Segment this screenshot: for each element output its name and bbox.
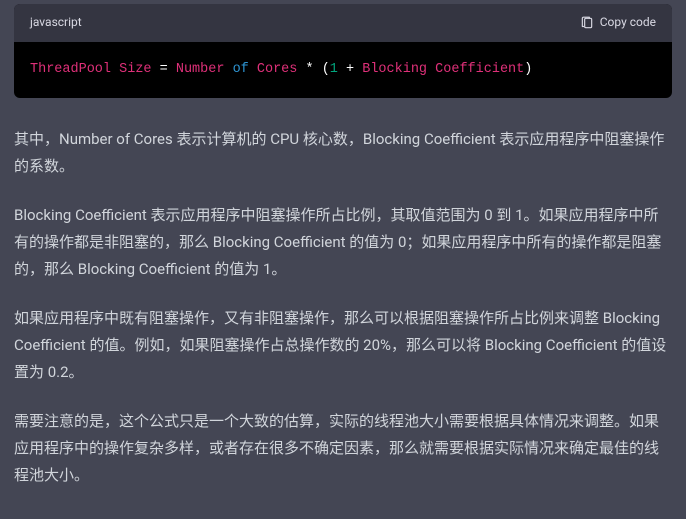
paragraph: 其中，Number of Cores 表示计算机的 CPU 核心数，Blocki… bbox=[14, 126, 672, 180]
code-token: 1 bbox=[330, 62, 338, 77]
code-token bbox=[111, 62, 119, 77]
code-language-label: javascript bbox=[30, 12, 82, 34]
code-token: Coefficient bbox=[435, 62, 524, 77]
code-token: of bbox=[233, 62, 249, 77]
code-header: javascript Copy code bbox=[14, 4, 672, 42]
copy-code-label: Copy code bbox=[600, 12, 656, 34]
code-token: Cores bbox=[257, 62, 298, 77]
code-token bbox=[249, 62, 257, 77]
code-token: = bbox=[152, 62, 176, 77]
paragraph: 需要注意的是，这个公式只是一个大致的估算，实际的线程池大小需要根据具体情况来调整… bbox=[14, 408, 672, 489]
code-token: Number bbox=[176, 62, 225, 77]
paragraph: Blocking Coefficient 表示应用程序中阻塞操作所占比例，其取值… bbox=[14, 202, 672, 283]
code-token: Blocking bbox=[362, 62, 427, 77]
code-token: ThreadPool bbox=[30, 62, 111, 77]
code-token: ) bbox=[524, 62, 532, 77]
code-token: * ( bbox=[297, 62, 329, 77]
clipboard-icon bbox=[580, 16, 594, 30]
code-content[interactable]: ThreadPool Size = Number of Cores * (1 +… bbox=[14, 42, 672, 98]
paragraph: 如果应用程序中既有阻塞操作，又有非阻塞操作，那么可以根据阻塞操作所占比例来调整 … bbox=[14, 305, 672, 386]
code-block: javascript Copy code ThreadPool Size = N… bbox=[14, 4, 672, 98]
code-token bbox=[224, 62, 232, 77]
copy-code-button[interactable]: Copy code bbox=[580, 12, 656, 34]
code-token bbox=[427, 62, 435, 77]
code-token: + bbox=[338, 62, 362, 77]
code-token: Size bbox=[119, 62, 151, 77]
